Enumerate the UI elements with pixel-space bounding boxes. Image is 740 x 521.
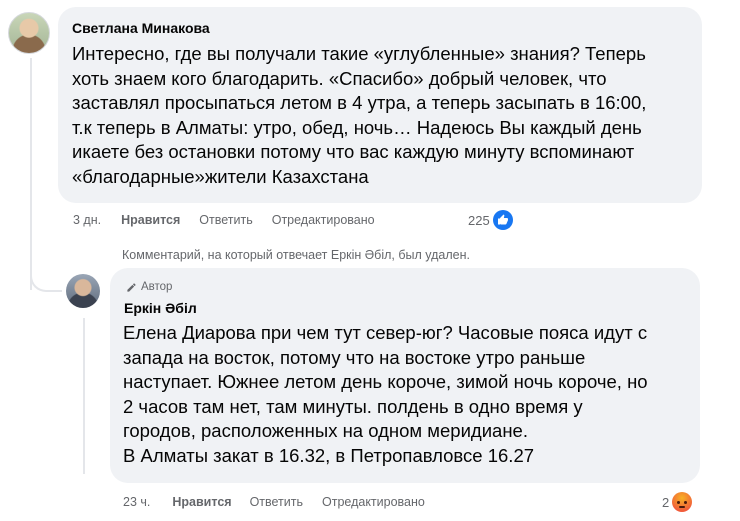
reaction-summary[interactable]: 2	[662, 492, 693, 512]
comment-line: заставлял просыпаться летом в 4 утра, а …	[72, 92, 647, 113]
comment-line: хоть знаем кого благодарить. «Спасибо» д…	[72, 67, 607, 89]
reply-line: запада на восток, потому что на востоке …	[123, 346, 586, 368]
avatar[interactable]	[66, 274, 100, 308]
like-button[interactable]: Нравится	[121, 213, 180, 227]
reply-line: городов, расположенных на одном меридиан…	[123, 420, 528, 441]
reply-thread-line	[83, 318, 85, 474]
thread-line	[30, 58, 32, 290]
like-icon	[492, 210, 513, 230]
edited-label[interactable]: Отредактировано	[322, 495, 425, 509]
thread-connector	[30, 262, 62, 292]
comment-line: икаете без остановки потому что вас кажд…	[72, 141, 635, 162]
pencil-icon	[126, 282, 137, 293]
like-button[interactable]: Нравится	[172, 495, 231, 509]
reply-time[interactable]: 23 ч.	[123, 495, 150, 509]
comment-line: Интересно, где вы получали такие «углубл…	[72, 43, 646, 64]
author-badge: Автор	[126, 278, 172, 296]
previous-content-edge	[350, 0, 390, 13]
comment-line: т.к теперь в Алматы: утро, обед, ночь… Н…	[72, 116, 642, 138]
reply-text: Елена Диарова при чем тут север-юг? Часо…	[123, 321, 648, 468]
reaction-count: 2	[662, 494, 670, 510]
reaction-summary[interactable]: 225	[468, 210, 513, 230]
comment-text: Интересно, где вы получали такие «углубл…	[72, 42, 646, 189]
edited-label[interactable]: Отредактировано	[272, 213, 375, 227]
reply-line: Елена Диарова при чем тут север-юг? Часо…	[123, 322, 648, 343]
reply-line: наступает. Южнее летом день короче, зимо…	[123, 371, 648, 392]
reaction-count: 225	[468, 212, 490, 228]
reply-actions: 23 ч. Нравится Ответить Отредактировано	[123, 495, 425, 509]
avatar[interactable]	[8, 12, 50, 54]
reply-button[interactable]: Ответить	[250, 495, 303, 509]
reply-author[interactable]: Еркін Әбіл	[124, 300, 197, 316]
reply-line: 2 часов там нет, там минуты. полдень в о…	[123, 395, 583, 417]
comment-bubble: Светлана Минакова Интересно, где вы полу…	[58, 7, 702, 203]
reply-line: В Алматы закат в 16.32, в Петропавловсе …	[123, 444, 535, 466]
comment-line: «благодарные»жители Казахстана	[72, 165, 369, 187]
comment-author[interactable]: Светлана Минакова	[72, 20, 210, 36]
deleted-comment-notice: Комментарий, на который отвечает Еркін Ә…	[122, 248, 470, 262]
author-badge-label: Автор	[141, 281, 173, 293]
angry-icon	[672, 492, 693, 512]
comment-time[interactable]: 3 дн.	[73, 213, 101, 227]
comment-actions: 3 дн. Нравится Ответить Отредактировано	[73, 213, 375, 227]
reply-button[interactable]: Ответить	[199, 213, 252, 227]
